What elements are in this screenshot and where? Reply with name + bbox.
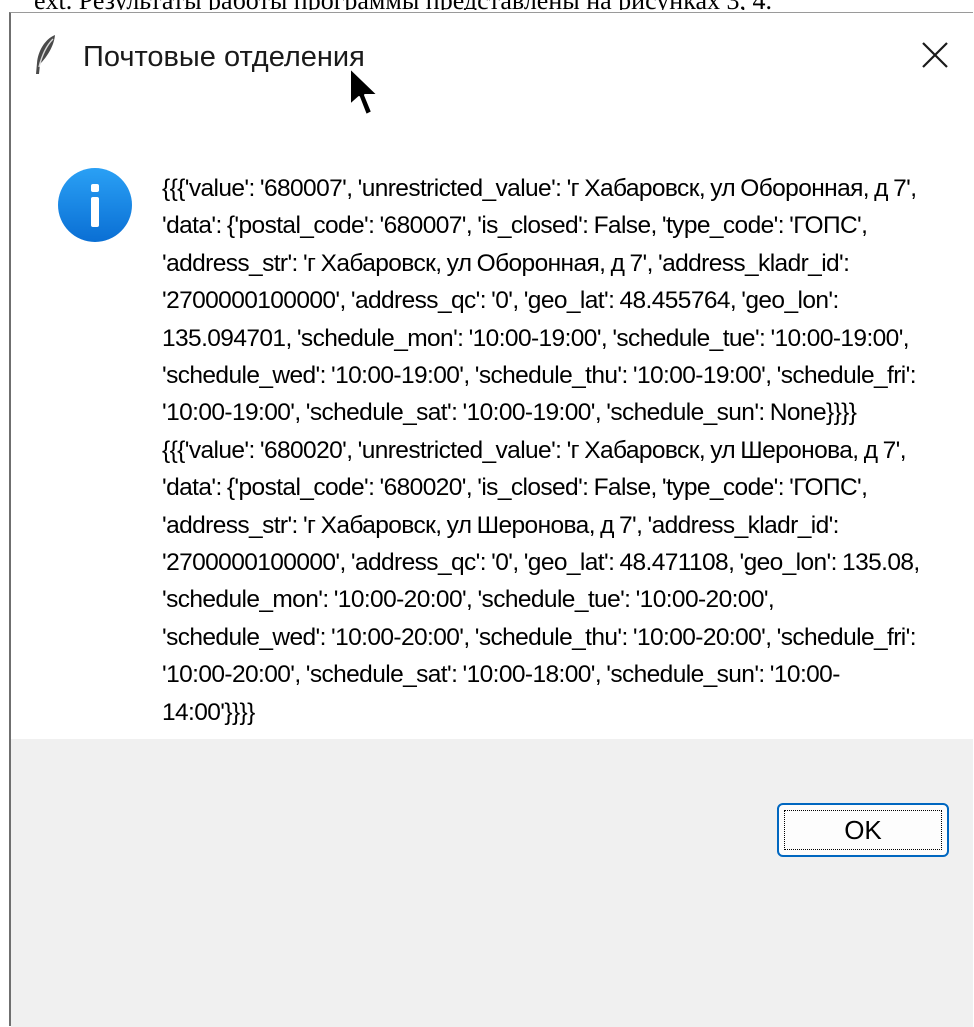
ok-button[interactable]: OK	[777, 803, 949, 857]
message-area: {{{'value': '680007', 'unrestricted_valu…	[11, 99, 973, 741]
message-text: {{{'value': '680007', 'unrestricted_valu…	[162, 175, 920, 726]
button-bar	[11, 739, 973, 1027]
title-bar[interactable]: Почтовые отделения	[11, 13, 973, 99]
info-icon	[57, 167, 133, 243]
close-icon	[921, 41, 949, 69]
close-button[interactable]	[905, 25, 965, 85]
ok-button-label: OK	[784, 810, 942, 850]
window-title: Почтовые отделения	[83, 41, 365, 73]
document-text-fragment: ext. Результаты работы программы предста…	[0, 0, 974, 10]
message-dialog: Почтовые отделения {{{'value': '680007',…	[9, 12, 973, 1027]
feather-icon	[31, 33, 61, 77]
